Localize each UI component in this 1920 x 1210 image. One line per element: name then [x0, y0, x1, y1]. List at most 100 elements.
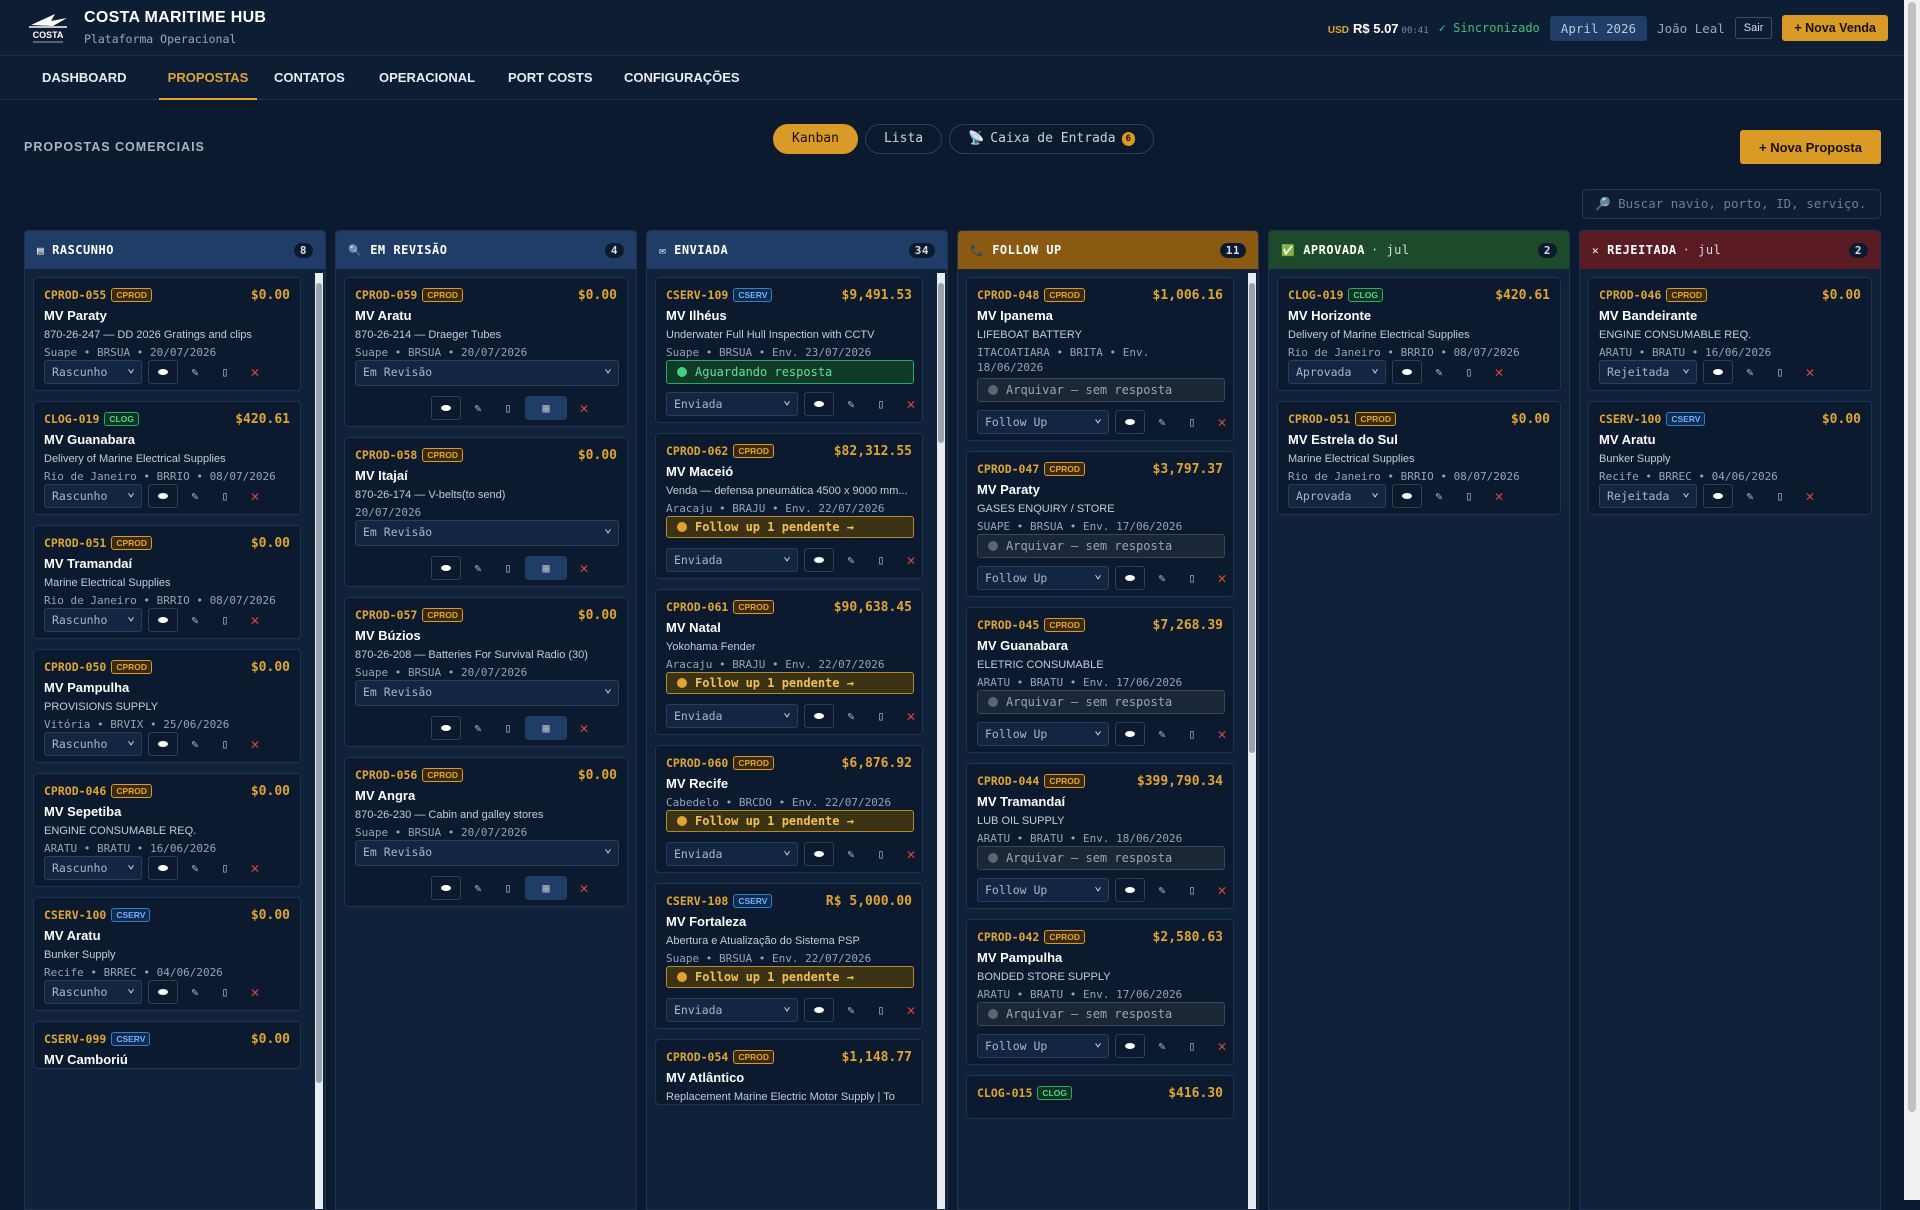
- status-select[interactable]: Follow Up: [977, 720, 1109, 746]
- delete-icon[interactable]: ✕: [1209, 722, 1235, 746]
- copy-icon[interactable]: ▯: [212, 360, 238, 384]
- proposal-card[interactable]: CSERV-100 CSERV $0.00 MV Aratu Bunker Supply…: [33, 897, 301, 1011]
- proposal-card[interactable]: CPROD-044 CPROD $399,790.34 MV Tramandaí LUB…: [966, 763, 1234, 909]
- view-eye-button[interactable]: [431, 716, 461, 740]
- clipboard-icon[interactable]: ▦: [525, 396, 567, 420]
- column-scrollbar[interactable]: [1248, 273, 1256, 1209]
- delete-icon[interactable]: ✕: [571, 876, 597, 900]
- new-proposal-button[interactable]: + Nova Proposta: [1740, 130, 1881, 164]
- copy-icon[interactable]: ▯: [1456, 360, 1482, 384]
- proposal-card[interactable]: CSERV-109 CSERV $9,491.53 MV Ilhéus Underwat…: [655, 277, 923, 423]
- status-select[interactable]: Aprovada: [1288, 358, 1386, 384]
- proposal-card[interactable]: CPROD-046 CPROD $0.00 MV Sepetiba ENGINE CON…: [33, 773, 301, 887]
- edit-icon[interactable]: ✎: [182, 856, 208, 880]
- edit-icon[interactable]: ✎: [465, 876, 491, 900]
- delete-icon[interactable]: ✕: [1797, 360, 1823, 384]
- edit-icon[interactable]: ✎: [838, 998, 864, 1022]
- copy-icon[interactable]: ▯: [868, 998, 894, 1022]
- status-select[interactable]: Enviada: [666, 702, 798, 728]
- status-select[interactable]: Rascunho: [44, 358, 142, 384]
- status-select[interactable]: Em Revisão: [355, 518, 619, 546]
- nav-contatos[interactable]: CONTATOS: [274, 56, 345, 100]
- copy-icon[interactable]: ▯: [212, 608, 238, 632]
- proposal-card[interactable]: CPROD-046 CPROD $0.00 MV Bandeirante ENGINE …: [1588, 277, 1872, 391]
- view-eye-button[interactable]: [148, 484, 178, 508]
- copy-icon[interactable]: ▯: [495, 556, 521, 580]
- status-select[interactable]: Rascunho: [44, 482, 142, 508]
- status-select[interactable]: Follow Up: [977, 876, 1109, 902]
- delete-icon[interactable]: ✕: [242, 484, 268, 508]
- status-select[interactable]: Rascunho: [44, 978, 142, 1004]
- delete-icon[interactable]: ✕: [898, 842, 924, 866]
- view-eye-button[interactable]: [1392, 360, 1422, 384]
- copy-icon[interactable]: ▯: [1179, 722, 1205, 746]
- edit-icon[interactable]: ✎: [1149, 1034, 1175, 1058]
- copy-icon[interactable]: ▯: [212, 980, 238, 1004]
- delete-icon[interactable]: ✕: [1209, 878, 1235, 902]
- proposal-card[interactable]: CSERV-108 CSERV R$ 5,000.00 MV Fortaleza Abe…: [655, 883, 923, 1029]
- new-sale-button[interactable]: + Nova Venda: [1782, 15, 1888, 41]
- copy-icon[interactable]: ▯: [495, 876, 521, 900]
- copy-icon[interactable]: ▯: [868, 842, 894, 866]
- copy-icon[interactable]: ▯: [868, 548, 894, 572]
- status-note[interactable]: Arquivar — sem resposta: [977, 534, 1225, 558]
- copy-icon[interactable]: ▯: [495, 716, 521, 740]
- clipboard-icon[interactable]: ▦: [525, 876, 567, 900]
- view-eye-button[interactable]: [804, 998, 834, 1022]
- delete-icon[interactable]: ✕: [571, 556, 597, 580]
- proposal-card[interactable]: CSERV-099 CSERV $0.00 MV Camboriú: [33, 1021, 301, 1069]
- proposal-card[interactable]: CLOG-019 CLOG $420.61 MV Guanabara Delivery …: [33, 401, 301, 515]
- copy-icon[interactable]: ▯: [212, 484, 238, 508]
- view-eye-button[interactable]: [1392, 484, 1422, 508]
- status-select[interactable]: Rejeitada: [1599, 482, 1697, 508]
- logout-button[interactable]: Sair: [1734, 17, 1773, 39]
- status-note[interactable]: Follow up 1 pendente →: [666, 516, 914, 538]
- copy-icon[interactable]: ▯: [1179, 410, 1205, 434]
- edit-icon[interactable]: ✎: [1426, 484, 1452, 508]
- proposal-card[interactable]: CPROD-054 CPROD $1,148.77 MV Atlântico Repla…: [655, 1039, 923, 1105]
- proposal-card[interactable]: CPROD-055 CPROD $0.00 MV Paraty 870-26-247 —…: [33, 277, 301, 391]
- edit-icon[interactable]: ✎: [1149, 566, 1175, 590]
- edit-icon[interactable]: ✎: [838, 548, 864, 572]
- view-eye-button[interactable]: [804, 392, 834, 416]
- proposal-card[interactable]: CPROD-048 CPROD $1,006.16 MV Ipanema LIFEBOA…: [966, 277, 1234, 441]
- view-eye-button[interactable]: [804, 548, 834, 572]
- tab-kanban[interactable]: Kanban: [773, 124, 858, 154]
- copy-icon[interactable]: ▯: [1767, 484, 1793, 508]
- status-note[interactable]: Follow up 1 pendente →: [666, 810, 914, 832]
- view-eye-button[interactable]: [1703, 484, 1733, 508]
- tab-lista[interactable]: Lista: [864, 124, 943, 154]
- status-select[interactable]: Rascunho: [44, 606, 142, 632]
- edit-icon[interactable]: ✎: [838, 704, 864, 728]
- edit-icon[interactable]: ✎: [465, 716, 491, 740]
- edit-icon[interactable]: ✎: [1737, 484, 1763, 508]
- clipboard-icon[interactable]: ▦: [525, 716, 567, 740]
- proposal-card[interactable]: CSERV-100 CSERV $0.00 MV Aratu Bunker Supply…: [1588, 401, 1872, 515]
- status-select[interactable]: Rejeitada: [1599, 358, 1697, 384]
- proposal-card[interactable]: CPROD-050 CPROD $0.00 MV Pampulha PROVISIONS…: [33, 649, 301, 763]
- proposal-card[interactable]: CPROD-056 CPROD $0.00 MV Angra 870-26-230 — …: [344, 757, 628, 907]
- status-select[interactable]: Aprovada: [1288, 482, 1386, 508]
- view-eye-button[interactable]: [431, 556, 461, 580]
- delete-icon[interactable]: ✕: [898, 998, 924, 1022]
- copy-icon[interactable]: ▯: [1767, 360, 1793, 384]
- edit-icon[interactable]: ✎: [838, 842, 864, 866]
- view-eye-button[interactable]: [1115, 878, 1145, 902]
- status-note[interactable]: Arquivar — sem resposta: [977, 1002, 1225, 1026]
- view-eye-button[interactable]: [431, 876, 461, 900]
- view-eye-button[interactable]: [148, 856, 178, 880]
- copy-icon[interactable]: ▯: [212, 856, 238, 880]
- tab-inbox[interactable]: 📡 Caixa de Entrada 6: [949, 124, 1154, 154]
- view-eye-button[interactable]: [804, 842, 834, 866]
- status-select[interactable]: Follow Up: [977, 564, 1109, 590]
- status-note[interactable]: Follow up 1 pendente →: [666, 966, 914, 988]
- view-eye-button[interactable]: [804, 704, 834, 728]
- nav-propostas[interactable]: PROPOSTAS: [159, 56, 257, 100]
- view-eye-button[interactable]: [148, 608, 178, 632]
- proposal-card[interactable]: CPROD-045 CPROD $7,268.39 MV Guanabara ELETR…: [966, 607, 1234, 753]
- edit-icon[interactable]: ✎: [465, 556, 491, 580]
- delete-icon[interactable]: ✕: [1209, 1034, 1235, 1058]
- status-select[interactable]: Rascunho: [44, 730, 142, 756]
- delete-icon[interactable]: ✕: [1486, 484, 1512, 508]
- view-eye-button[interactable]: [1115, 566, 1145, 590]
